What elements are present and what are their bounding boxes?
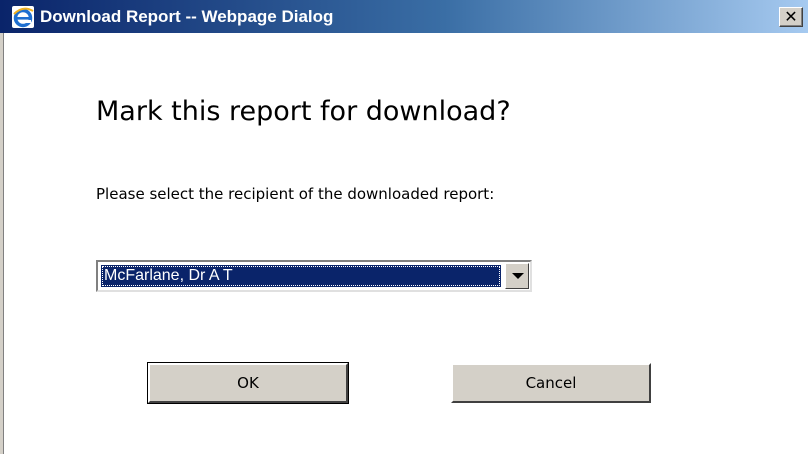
dialog-window: Download Report -- Webpage Dialog ✕ Mark… [0,0,808,454]
recipient-selected-value[interactable]: McFarlane, Dr A T [101,265,501,287]
recipient-prompt: Please select the recipient of the downl… [96,185,495,203]
cancel-button[interactable]: Cancel [451,363,651,403]
ok-button[interactable]: OK [147,362,349,404]
window-title: Download Report -- Webpage Dialog [40,7,334,26]
close-button[interactable]: ✕ [779,7,803,27]
dialog-heading: Mark this report for download? [96,96,511,127]
dropdown-button[interactable] [505,263,529,289]
internet-explorer-icon [12,6,34,28]
recipient-select[interactable]: McFarlane, Dr A T [96,260,532,292]
chevron-down-icon [512,273,524,279]
title-bar[interactable]: Download Report -- Webpage Dialog ✕ [0,0,808,33]
close-icon: ✕ [784,7,798,26]
window-border [0,33,4,454]
